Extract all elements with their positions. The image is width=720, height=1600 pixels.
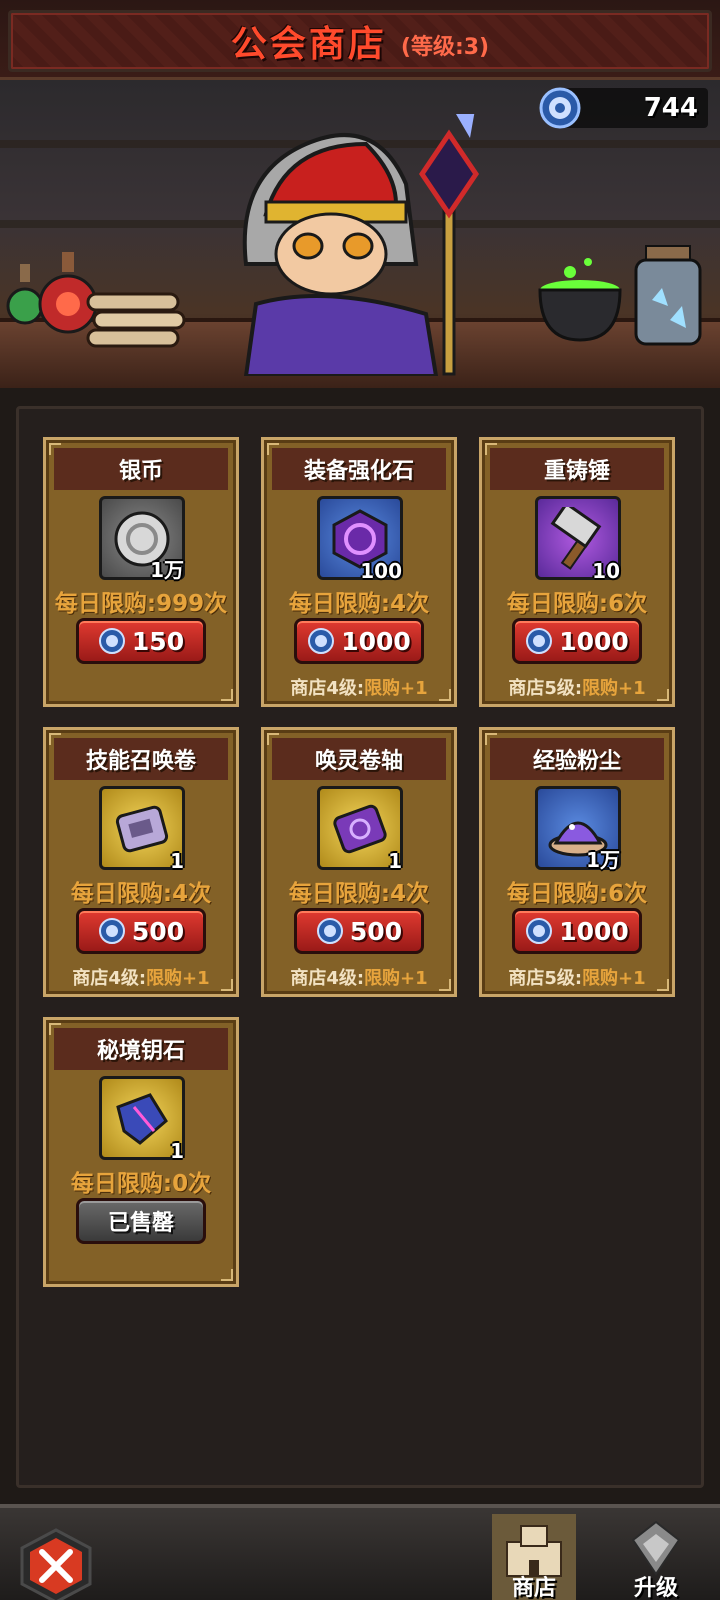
tab-upgrade-label: 升级	[633, 1576, 678, 1600]
item-name: 唤灵卷轴	[314, 749, 403, 774]
item-quantity: 1	[388, 849, 402, 873]
level-bonus: 商店5级:限购+1	[508, 678, 646, 699]
daily-limit: 每日限购:6次	[506, 591, 648, 617]
header: 公会商店 (等级:3)	[0, 0, 720, 80]
buy-button[interactable]: 1000	[512, 908, 642, 954]
item-name: 技能召唤卷	[85, 749, 196, 774]
daily-limit: 每日限购:0次	[70, 1171, 212, 1197]
blue-coin-icon	[308, 628, 335, 654]
crossed-swords-icon	[20, 1528, 92, 1600]
sold-out-button[interactable]: 已售罄	[76, 1198, 206, 1244]
daily-limit: 每日限购:4次	[70, 881, 212, 907]
page-title: 公会商店	[230, 24, 387, 65]
item-icon-box: 1万	[99, 496, 185, 582]
shop-item-card[interactable]: 经验粉尘 1万 每日限购:6次 1000 商店5级:限购+1	[479, 727, 675, 997]
shop-item-card[interactable]: 技能召唤卷 1 每日限购:4次 500 商店4级:限购+1	[43, 727, 239, 997]
blue-coin-icon	[98, 918, 125, 944]
daily-limit: 每日限购:6次	[506, 881, 648, 907]
item-quantity: 1万	[150, 558, 184, 582]
daily-limit: 每日限购:4次	[288, 591, 430, 617]
daily-limit: 每日限购:4次	[288, 881, 430, 907]
item-icon-box: 100	[317, 496, 403, 583]
item-price: 500	[349, 916, 403, 946]
buy-button[interactable]: 1000	[294, 618, 424, 664]
blue-coin-icon	[526, 628, 553, 654]
item-price: 150	[131, 626, 185, 656]
item-name: 装备强化石	[303, 459, 414, 484]
castle-icon	[506, 1525, 562, 1577]
item-name: 银币	[118, 459, 163, 484]
item-name: 重铸锤	[543, 459, 610, 484]
item-price: 500	[131, 916, 185, 946]
shop-item-card[interactable]: 银币 1万 每日限购:999次 150	[43, 437, 239, 707]
tab-shop[interactable]: 商店	[492, 1514, 576, 1600]
currency-amount: 744	[643, 93, 698, 123]
shop-panel: 银币 1万 每日限购:999次 150 装备强化石 100 每日限购:4次 10…	[16, 406, 704, 1488]
item-quantity: 100	[360, 559, 402, 583]
skill-scroll-icon	[115, 805, 169, 853]
item-price: 1000	[559, 626, 629, 656]
scroll-pile-icon	[86, 292, 186, 348]
close-button[interactable]	[18, 1528, 94, 1600]
level-bonus: 商店4级:限购+1	[72, 968, 210, 989]
key-stone-icon	[116, 1093, 168, 1145]
item-price: 1000	[559, 916, 629, 946]
shopkeeper-icon	[242, 114, 480, 376]
item-quantity: 1万	[586, 848, 620, 872]
shop-item-card[interactable]: 装备强化石 100 每日限购:4次 1000 商店4级:限购+1	[261, 437, 457, 707]
blue-coin-icon	[526, 918, 553, 944]
item-icon-box: 1	[99, 786, 185, 873]
shop-level: (等级:3)	[400, 35, 490, 60]
tab-upgrade[interactable]: 升级	[614, 1514, 698, 1600]
currency-display: 744	[539, 87, 708, 129]
cauldron-icon	[538, 258, 622, 342]
item-price: 1000	[341, 626, 411, 656]
item-quantity: 1	[170, 1139, 184, 1163]
blue-coin-icon	[98, 628, 125, 654]
item-icon-box: 10	[535, 496, 621, 583]
level-bonus: 商店5级:限购+1	[508, 968, 646, 989]
crystal-jar-icon	[634, 245, 702, 346]
buy-button[interactable]: 150	[76, 618, 206, 664]
tab-shop-label: 商店	[511, 1576, 556, 1600]
item-quantity: 10	[592, 559, 620, 583]
buy-button[interactable]: 500	[294, 908, 424, 954]
bottom-nav: 商店 升级	[0, 1504, 720, 1600]
blue-coin-icon	[539, 87, 581, 129]
daily-limit: 每日限购:999次	[54, 591, 228, 617]
item-name: 经验粉尘	[532, 749, 621, 774]
item-quantity: 1	[170, 849, 184, 873]
level-bonus: 商店4级:限购+1	[290, 678, 428, 699]
buy-button[interactable]: 500	[76, 908, 206, 954]
level-bonus: 商店4级:限购+1	[290, 968, 428, 989]
title-bar: 公会商店 (等级:3)	[8, 10, 712, 72]
blue-coin-icon	[316, 918, 343, 944]
spirit-scroll-icon	[333, 804, 387, 854]
item-icon-box: 1万	[535, 786, 621, 872]
sold-out-label: 已售罄	[107, 1211, 174, 1236]
item-icon-box: 1	[99, 1076, 185, 1163]
shop-item-card[interactable]: 唤灵卷轴 1 每日限购:4次 500 商店4级:限购+1	[261, 727, 457, 997]
shop-item-card[interactable]: 重铸锤 10 每日限购:6次 1000 商店5级:限购+1	[479, 437, 675, 707]
shop-item-card[interactable]: 秘境钥石 1 每日限购:0次 已售罄	[43, 1017, 239, 1287]
upgrade-crest-icon	[631, 1520, 681, 1576]
buy-button[interactable]: 1000	[512, 618, 642, 664]
item-icon-box: 1	[317, 786, 403, 873]
item-name: 秘境钥石	[96, 1039, 185, 1064]
